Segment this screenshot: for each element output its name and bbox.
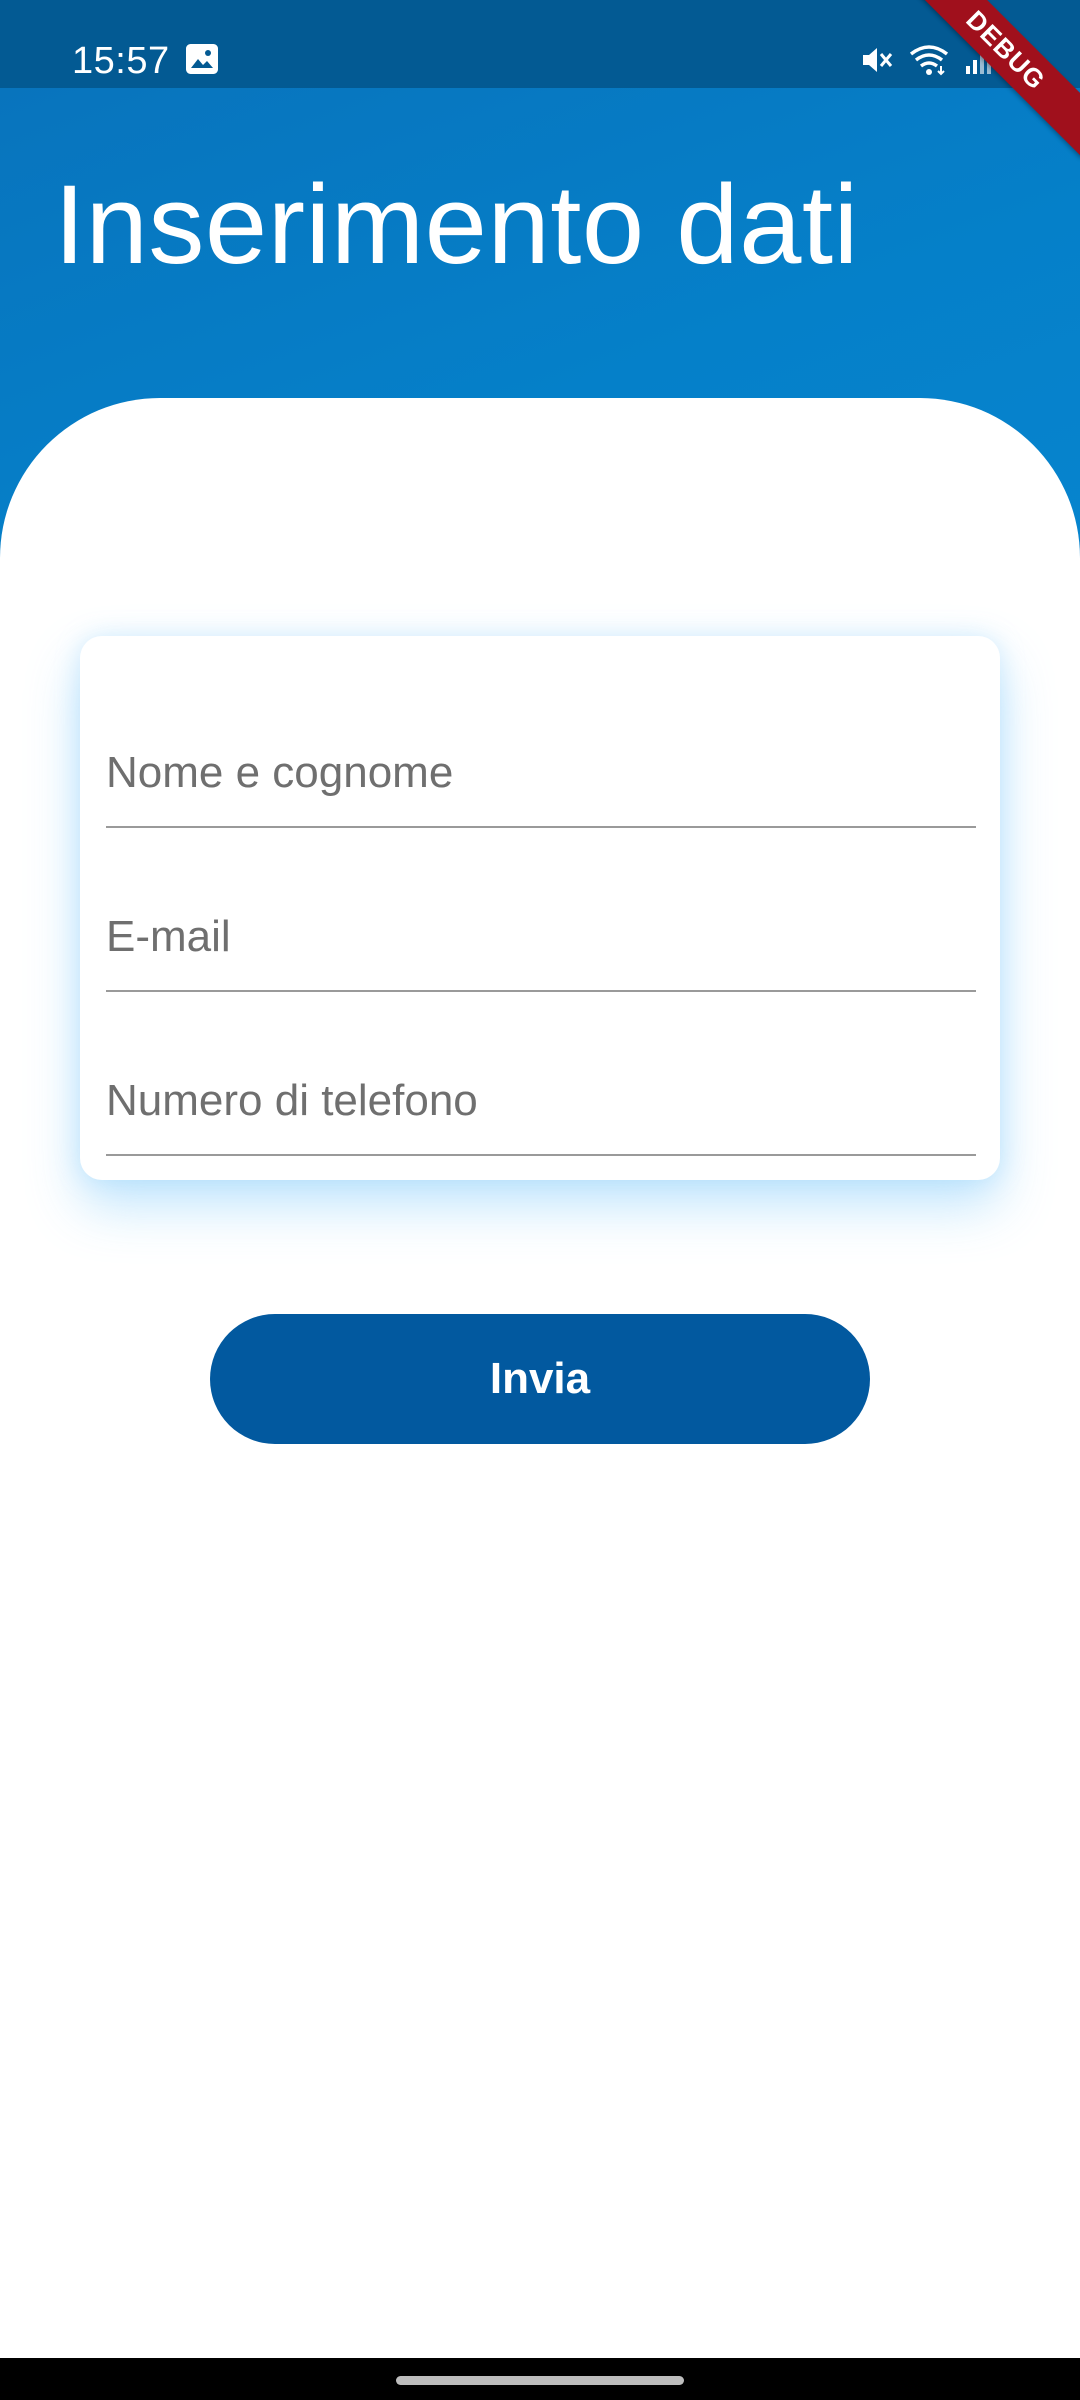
submit-button[interactable]: Invia [210, 1314, 870, 1444]
name-field [106, 706, 976, 828]
navigation-bar [0, 2358, 1080, 2400]
page-title: Inserimento dati [54, 162, 859, 287]
gallery-icon [186, 44, 218, 74]
status-time: 15:57 [72, 40, 170, 82]
name-input[interactable] [106, 706, 976, 826]
phone-field [106, 1034, 976, 1156]
phone-input[interactable] [106, 1034, 976, 1154]
status-bar: 15:57 [0, 0, 1080, 88]
home-indicator[interactable] [396, 2376, 684, 2385]
mute-icon [863, 48, 893, 72]
email-input[interactable] [106, 870, 976, 990]
wifi-icon [909, 45, 949, 76]
email-field [106, 870, 976, 992]
